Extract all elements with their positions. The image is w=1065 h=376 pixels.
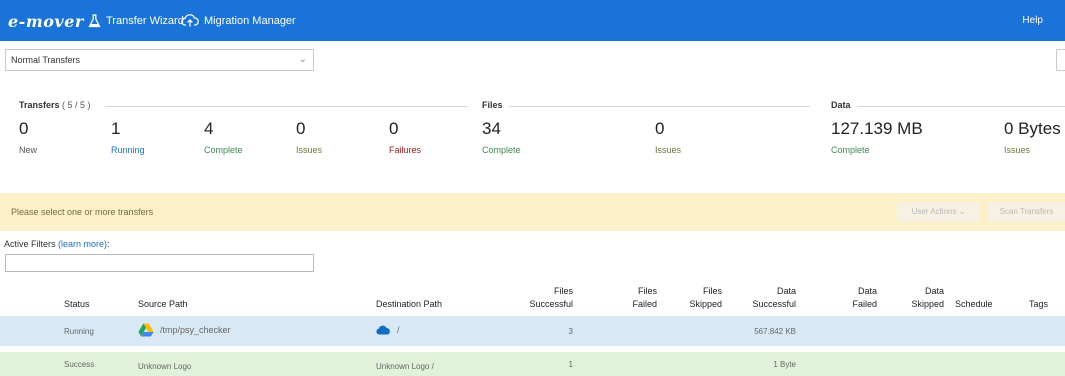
row-destination-path: / [376, 325, 400, 335]
user-actions-button[interactable]: User Actions ⌄ [897, 202, 980, 222]
stat-files-complete-label[interactable]: Complete [482, 145, 521, 155]
col-data-successful[interactable]: Data Successful [748, 285, 796, 311]
row-destination-path: Unknown Logo / [376, 362, 434, 371]
row-status: Success [64, 360, 95, 369]
transfers-divider [105, 106, 468, 107]
selection-alert-bar: Please select one or more transfers User… [0, 193, 1065, 231]
col-status[interactable]: Status [64, 298, 90, 311]
stat-running-label[interactable]: Running [111, 145, 145, 155]
col-data-skipped[interactable]: Data Skipped [902, 285, 944, 311]
col-schedule[interactable]: Schedule [955, 298, 993, 311]
nav-migration-manager[interactable]: Migration Manager [181, 14, 296, 27]
onedrive-cloud-icon [376, 325, 390, 335]
active-filters-label: Active Filters (learn more): [4, 239, 110, 249]
stat-files-issues-value: 0 [655, 119, 665, 138]
data-group-title: Data [831, 100, 857, 110]
stat-complete-value: 4 [204, 119, 214, 138]
row-status: Running [64, 327, 94, 336]
transfer-type-select[interactable]: Normal Transfers ⌄ [5, 49, 314, 71]
right-control-stub[interactable] [1056, 49, 1065, 71]
col-source-path[interactable]: Source Path [138, 298, 188, 311]
files-divider [508, 106, 810, 107]
stat-new-value: 0 [19, 119, 29, 138]
row-data-successful: 567.842 KB [754, 327, 796, 336]
row-source-path-text: /tmp/psy_checker [160, 325, 231, 335]
active-filters-input[interactable] [5, 254, 314, 272]
row-files-successful: 3 [568, 327, 573, 336]
row-source-path: /tmp/psy_checker [138, 323, 231, 337]
stat-data-complete-label[interactable]: Complete [831, 145, 870, 155]
row-destination-path-text: / [397, 325, 400, 335]
stat-failures-label[interactable]: Failures [389, 145, 421, 155]
stat-issues-label[interactable]: Issues [296, 145, 322, 155]
transfer-type-value: Normal Transfers [11, 55, 81, 65]
col-files-failed[interactable]: Files Failed [620, 285, 657, 311]
nav-transfer-wizard[interactable]: Transfer Wizard [88, 14, 184, 28]
data-divider [857, 106, 1065, 107]
help-link[interactable]: Help [1022, 15, 1043, 26]
chevron-down-icon: ⌄ [298, 54, 307, 65]
stat-issues-value: 0 [296, 119, 306, 138]
col-tags[interactable]: Tags [1029, 298, 1048, 311]
transfers-group-title: Transfers ( 5 / 5 ) [19, 100, 97, 110]
alert-message: Please select one or more transfers [11, 207, 154, 217]
google-drive-icon [138, 323, 154, 337]
scan-transfers-button[interactable]: Scan Transfers [988, 202, 1065, 222]
chevron-down-icon: ⌄ [958, 207, 966, 216]
col-files-skipped[interactable]: Files Skipped [680, 285, 722, 311]
row-data-successful: 1 Byte [773, 360, 796, 369]
row-source-path: Unknown Logo [138, 362, 192, 371]
col-files-successful[interactable]: Files Successful [525, 285, 573, 311]
stat-complete-label[interactable]: Complete [204, 145, 243, 155]
stat-failures-value: 0 [389, 119, 399, 138]
stat-running-value: 1 [111, 119, 121, 138]
row-files-successful: 1 [568, 360, 573, 369]
stat-data-issues-value: 0 Bytes [1004, 119, 1061, 138]
stat-files-issues-label[interactable]: Issues [655, 145, 681, 155]
nav-migration-manager-label: Migration Manager [204, 14, 296, 27]
learn-more-link[interactable]: (learn more) [58, 239, 107, 249]
cloud-upload-icon [181, 14, 199, 27]
app-logo[interactable]: e-mover [8, 12, 84, 31]
top-navbar: e-mover Transfer Wizard Migration Manage… [0, 0, 1065, 41]
col-data-failed[interactable]: Data Failed [840, 285, 877, 311]
user-actions-label: User Actions [911, 207, 957, 216]
stat-new-label: New [19, 145, 38, 155]
table-row[interactable]: Success Unknown Logo Unknown Logo / 1 1 … [0, 352, 1065, 376]
files-group-title: Files [482, 100, 509, 110]
stat-data-complete-value: 127.139 MB [831, 119, 923, 138]
stat-files-complete-value: 34 [482, 119, 501, 138]
stat-data-issues-label[interactable]: Issues [1004, 145, 1030, 155]
nav-transfer-wizard-label: Transfer Wizard [106, 15, 184, 27]
flask-icon [88, 14, 101, 28]
col-destination-path[interactable]: Destination Path [376, 298, 442, 311]
transfers-count: ( 5 / 5 ) [62, 100, 91, 110]
table-row[interactable]: Running /tmp/psy_checker / 3 567.842 KB [0, 316, 1065, 346]
